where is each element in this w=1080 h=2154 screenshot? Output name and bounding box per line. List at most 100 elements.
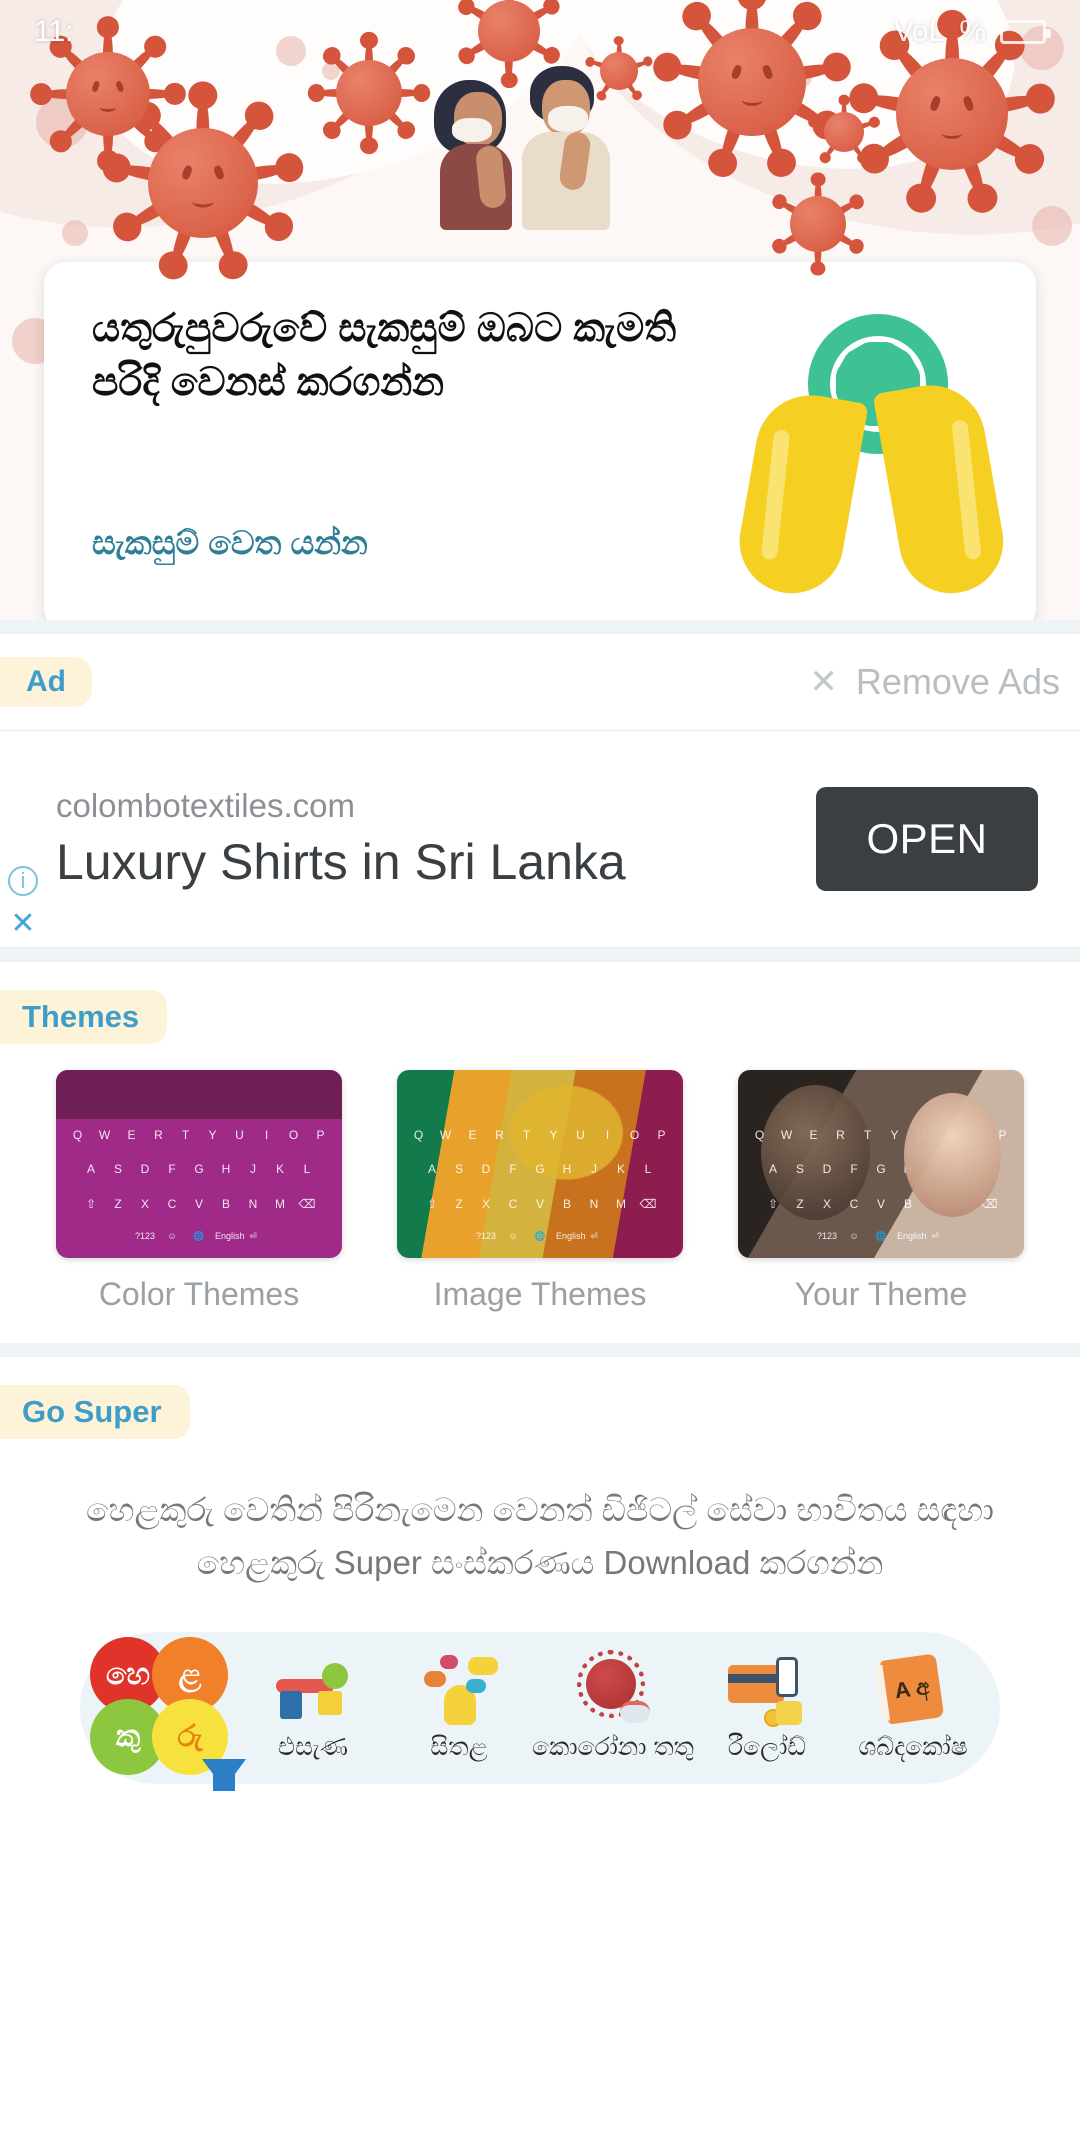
keyboard-key: Q [72,1128,83,1143]
keyboard-key: ⏎ [249,1230,257,1241]
close-icon: ✕ [809,663,838,701]
service-label: ශබ්දකෝෂ [858,1733,968,1762]
keyboard-key: Y [890,1128,899,1143]
virus-icon [44,16,172,158]
keyboard-key: D [822,1162,832,1177]
keyboard-key: ⇧ [767,1196,779,1211]
theme-item-image[interactable]: QW E R T Y U I O P A S D F G H J K L ⇧ Z X C V B N M ⌫ ?123 ☺ 🌐 Eng… [397,1070,683,1313]
service-label: එසැණ [278,1733,348,1762]
keyboard-key: B [221,1196,230,1211]
remove-ads-button[interactable]: ✕ Remove Ads [809,661,1060,703]
virus-icon [814,94,874,159]
virus-icon [779,172,857,267]
keyboard-row: QW E R T Y U I O P [405,1128,675,1142]
keyboard-key: V [535,1196,544,1211]
keyboard-key: Z [796,1196,804,1211]
sithal-chat-icon [418,1653,500,1727]
keyboard-key: P [998,1128,1007,1143]
keyboard-key: ⇧ [426,1196,438,1211]
keyboard-key: D [140,1162,150,1177]
keyboard-key: L [303,1162,311,1177]
keyboard-key: X [481,1196,490,1211]
keyboard-row: QW E R T Y U I O P [64,1128,334,1142]
keyboard-row: ⇧ Z X C V B N M ⌫ [405,1197,675,1211]
status-bar: 11: VoL % [0,0,1080,64]
keyboard-key: W [439,1128,452,1143]
status-indicators: VoL % [894,15,1051,49]
theme-item-your[interactable]: QW E R T Y U I O P A S D F G H J K L ⇧ Z X C V B N M ⌫ ?123 ☺ 🌐 Eng… [738,1070,1024,1313]
section-divider [0,620,1080,634]
keyboard-key: 🌐 [875,1230,887,1241]
keyboard-key: ⏎ [931,1230,939,1241]
go-to-settings-link[interactable]: සැකසුම් වෙත යන්න [92,524,368,563]
keyboard-key: L [644,1162,652,1177]
dismiss-icon[interactable]: ✕ [10,906,35,941]
keyboard-key: A [427,1162,436,1177]
settings-promo-card[interactable]: යතුරුපුවරුවේ සැකසුම් ඔබට කැමති පරිදි වෙන… [44,262,1036,620]
corona-facts-icon [572,1650,654,1727]
keyboard-key: T [522,1128,531,1143]
go-super-section: Go Super හෙළකුරු වෙතින් පිරිනැමෙන වෙනත් … [0,1357,1080,1791]
keyboard-key: N [248,1196,258,1211]
keyboard-key: Y [208,1128,217,1143]
service-esana[interactable]: එසැණ [240,1653,386,1762]
keyboard-key: X [140,1196,149,1211]
keyboard-key: I [946,1128,951,1143]
keyboard-key: F [168,1162,176,1177]
keyboard-row: ASDFGHJKL [746,1162,1016,1176]
keyboard-key: W [98,1128,111,1143]
keyboard-key: K [275,1162,284,1177]
keyboard-key: J [250,1162,256,1177]
theme-preview-purple[interactable]: QW E R T Y U I O P A S D F G H J K L ⇧ Z X C V B N M ⌫ ?123 ☺ 🌐 Eng… [56,1070,342,1258]
keyboard-key: P [316,1128,325,1143]
section-divider [0,1343,1080,1357]
themes-section-header: Themes [0,990,168,1044]
theme-item-color[interactable]: QW E R T Y U I O P A S D F G H J K L ⇧ Z X C V B N M ⌫ ?123 ☺ 🌐 Eng… [56,1070,342,1313]
keyboard-key: Y [549,1128,558,1143]
keyboard-key: L [985,1162,993,1177]
keyboard-key: J [932,1162,938,1177]
keyboard-key: ☺ [167,1230,177,1241]
section-divider [0,948,1080,962]
theme-preview-flag[interactable]: QW E R T Y U I O P A S D F G H J K L ⇧ Z X C V B N M ⌫ ?123 ☺ 🌐 Eng… [397,1070,683,1258]
keyboard-rows: QW E R T Y U I O P A S D F G H J K L ⇧ Z X C V B N M ⌫ ?123 ☺ 🌐 Eng… [397,1118,683,1252]
service-label: සිතළ [430,1733,488,1762]
keyboard-key: English [897,1230,927,1241]
keyboard-key: P [657,1128,666,1143]
keyboard-rows: QW E R T Y U I O P A S D F G H J K L ⇧ Z X C V B N M ⌫ ?123 ☺ 🌐 Eng… [738,1118,1024,1252]
info-icon[interactable]: i [8,866,38,896]
themes-row: QWERTYUIOP ASDFGHJKL ⇧ Z X C V B N M ⌫ ?123 ☺ 🌐 Eng… [0,1044,1080,1313]
keyboard-key: K [616,1162,625,1177]
service-reload[interactable]: රීලෝඩ් [694,1653,840,1762]
keyboard-key: S [454,1162,463,1177]
ad-text-block: colombotextiles.com Luxury Shirts in Sri… [56,787,626,891]
hands-holding-gears-icon [731,300,1012,602]
virus-icon [318,31,420,144]
service-dictionary[interactable]: A අ ශබ්දකෝෂ [840,1653,986,1762]
theme-preview-photo[interactable]: QW E R T Y U I O P A S D F G H J K L ⇧ Z X C V B N M ⌫ ?123 ☺ 🌐 Eng… [738,1070,1024,1258]
keyboard-key: G [194,1162,204,1177]
keyboard-key: M [616,1196,626,1211]
keyboard-key: English [215,1230,245,1241]
keyboard-key: V [876,1196,885,1211]
keyboard-key: E [468,1128,477,1143]
keyboard-row: ?123 ☺ 🌐 English ⏎ [405,1231,675,1242]
keyboard-row: QW E R T Y U I O P [746,1128,1016,1142]
keyboard-key: C [849,1196,859,1211]
keyboard-row: ?123 ☺ 🌐 English ⏎ [746,1231,1016,1242]
keyboard-key: Z [114,1196,122,1211]
status-time: 11: [34,15,74,48]
keyboard-rows: QW E R T Y U I O P A S D F G H J K L ⇧ Z X C V B N M ⌫ ?123 ☺ 🌐 Eng… [56,1118,342,1252]
keyboard-key: M [275,1196,285,1211]
theme-label: Image Themes [433,1276,647,1312]
keyboard-key: ⇧ [85,1196,97,1211]
keyboard-key: J [591,1162,597,1177]
service-corona[interactable]: කොරෝනා තතු [532,1650,694,1762]
battery-icon [1000,20,1051,44]
keyboard-key: O [288,1128,299,1143]
keyboard-key: M [957,1196,967,1211]
ad-open-button[interactable]: OPEN [816,787,1038,891]
theme-label: Your Theme [794,1276,968,1312]
ad-body[interactable]: i ✕ colombotextiles.com Luxury Shirts in… [0,730,1080,948]
service-sithal[interactable]: සිතළ [386,1653,532,1762]
